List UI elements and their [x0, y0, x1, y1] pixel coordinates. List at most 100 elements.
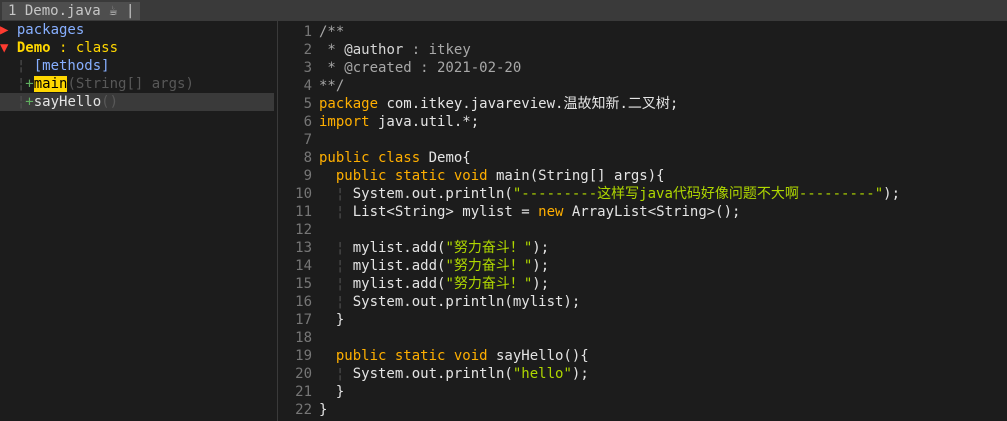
line-number: 12: [295, 222, 312, 238]
line-number: 15: [295, 276, 312, 292]
line-number: 10: [295, 186, 312, 202]
code-token: Demo{: [420, 150, 471, 166]
code-token: "努力奋斗！": [445, 240, 533, 256]
code-token: mylist.add(: [352, 258, 446, 274]
code-line[interactable]: 21 }: [278, 383, 344, 401]
code-token: mylist.add(: [352, 240, 446, 256]
line-number: 4: [303, 78, 312, 94]
method-name-main: main: [33, 76, 68, 92]
tagbar-method-sayhello[interactable]: ¦+sayHello(): [0, 93, 274, 111]
tree-guide: ¦: [0, 76, 26, 92]
tagbar-method-main[interactable]: ¦+main(String[] args): [0, 75, 274, 93]
code-line[interactable]: 3 * @created : 2021-02-20: [278, 59, 522, 77]
code-line[interactable]: 9 public static void main(String[] args)…: [278, 167, 665, 185]
methods-group-label: [methods]: [33, 58, 110, 74]
code-token: );: [532, 276, 550, 292]
line-number: 20: [295, 366, 312, 382]
code-token: com.itkey.javareview.温故知新.二叉树;: [378, 96, 679, 112]
code-line[interactable]: 10 ¦ System.out.println("---------这样写jav…: [278, 185, 900, 203]
indent-guide: ¦: [319, 186, 353, 202]
code-line[interactable]: 8 public class Demo{: [278, 149, 471, 167]
code-line[interactable]: 20 ¦ System.out.println("hello");: [278, 365, 589, 383]
fold-closed-icon[interactable]: ▶: [0, 22, 17, 38]
tree-guide: ¦: [0, 58, 34, 74]
code-line[interactable]: 12: [278, 221, 319, 239]
line-number: 16: [295, 294, 312, 310]
code-token: main(String[] args){: [487, 168, 665, 184]
code-token: System.out.println(: [352, 186, 513, 202]
public-icon: +: [25, 94, 34, 110]
tab-demo-java[interactable]: 1 Demo.java ☕ |: [2, 2, 141, 20]
line-number: 7: [303, 132, 312, 148]
code-token: public static void: [335, 168, 488, 184]
line-number: 2: [303, 42, 312, 58]
tagbar-methods-group[interactable]: ¦ [methods]: [0, 57, 274, 75]
method-signature-main: (String[] args): [67, 76, 194, 92]
code-line[interactable]: 22}: [278, 401, 327, 419]
code-token: "努力奋斗！": [445, 276, 533, 292]
code-line[interactable]: 13 ¦ mylist.add("努力奋斗！");: [278, 239, 549, 257]
indent-guide: ¦: [319, 258, 353, 274]
method-name-sayhello: sayHello: [33, 94, 102, 110]
tagbar-packages-row[interactable]: ▶ packages: [0, 21, 274, 39]
code-token: ArrayList<String>();: [563, 204, 741, 220]
code-token: new: [538, 204, 564, 220]
code-token: java.util.*;: [369, 114, 480, 130]
code-token: import: [319, 114, 370, 130]
indent-guide: ¦: [319, 276, 353, 292]
line-number: 19: [295, 348, 312, 364]
code-editor[interactable]: 1/** 2 * @author : itkey 3 * @created : 20…: [278, 21, 1007, 421]
line-number: 5: [303, 96, 312, 112]
code-line[interactable]: 17 }: [278, 311, 344, 329]
code-line[interactable]: 2 * @author : itkey: [278, 41, 471, 59]
code-token: "---------这样写java代码好像问题不大啊---------": [512, 186, 884, 202]
code-line[interactable]: 6 import java.util.*;: [278, 113, 480, 131]
code-token: );: [883, 186, 901, 202]
code-token: System.out.println(: [352, 366, 513, 382]
code-token: package: [319, 96, 379, 112]
class-kind: : class: [50, 40, 119, 56]
line-number: 9: [303, 168, 312, 184]
code-token: }: [319, 402, 328, 418]
code-line[interactable]: 7: [278, 131, 319, 149]
code-token: sayHello(){: [487, 348, 589, 364]
code-line[interactable]: 16 ¦ System.out.println(mylist);: [278, 293, 580, 311]
line-number: 18: [295, 330, 312, 346]
line-number: 21: [295, 384, 312, 400]
indent-guide: ¦: [319, 366, 353, 382]
code-line[interactable]: 11 ¦ List<String> mylist = new ArrayList…: [278, 203, 740, 221]
code-line[interactable]: 1 /**: [278, 23, 345, 41]
code-token: }: [319, 384, 345, 400]
line-number: 3: [303, 60, 312, 76]
code-line[interactable]: 4 **/: [278, 77, 345, 95]
tagbar-panel: ▶ packages ▼ Demo : class ¦ [methods] ¦+…: [0, 21, 278, 421]
line-number: 22: [295, 402, 312, 418]
line-number: 8: [303, 150, 312, 166]
code-token: : itkey: [403, 42, 471, 58]
line-number: 6: [303, 114, 312, 130]
code-line[interactable]: 18: [278, 329, 319, 347]
code-token: System.out.println(mylist);: [352, 294, 581, 310]
code-line[interactable]: 15 ¦ mylist.add("努力奋斗！");: [278, 275, 549, 293]
class-name: Demo: [16, 40, 51, 56]
method-signature-sayhello: (): [101, 94, 119, 110]
fold-open-icon[interactable]: ▼: [0, 40, 17, 56]
line-number: 17: [295, 312, 312, 328]
indent-guide: ¦: [319, 240, 353, 256]
indent-guide: ¦: [319, 204, 353, 220]
code-line[interactable]: 5 package com.itkey.javareview.温故知新.二叉树;: [278, 95, 679, 113]
code-token: );: [532, 258, 550, 274]
code-token: "努力奋斗！": [445, 258, 533, 274]
packages-label: packages: [16, 22, 85, 38]
code-token: @author: [344, 42, 404, 58]
line-number: 14: [295, 258, 312, 274]
code-token: List<String> mylist =: [352, 204, 539, 220]
code-line[interactable]: 19 public static void sayHello(){: [278, 347, 589, 365]
code-token: mylist.add(: [352, 276, 446, 292]
code-token: "hello": [512, 366, 572, 382]
tagbar-class-row[interactable]: ▼ Demo : class: [0, 39, 274, 57]
code-line[interactable]: 14 ¦ mylist.add("努力奋斗！");: [278, 257, 549, 275]
code-token: /**: [319, 24, 345, 40]
